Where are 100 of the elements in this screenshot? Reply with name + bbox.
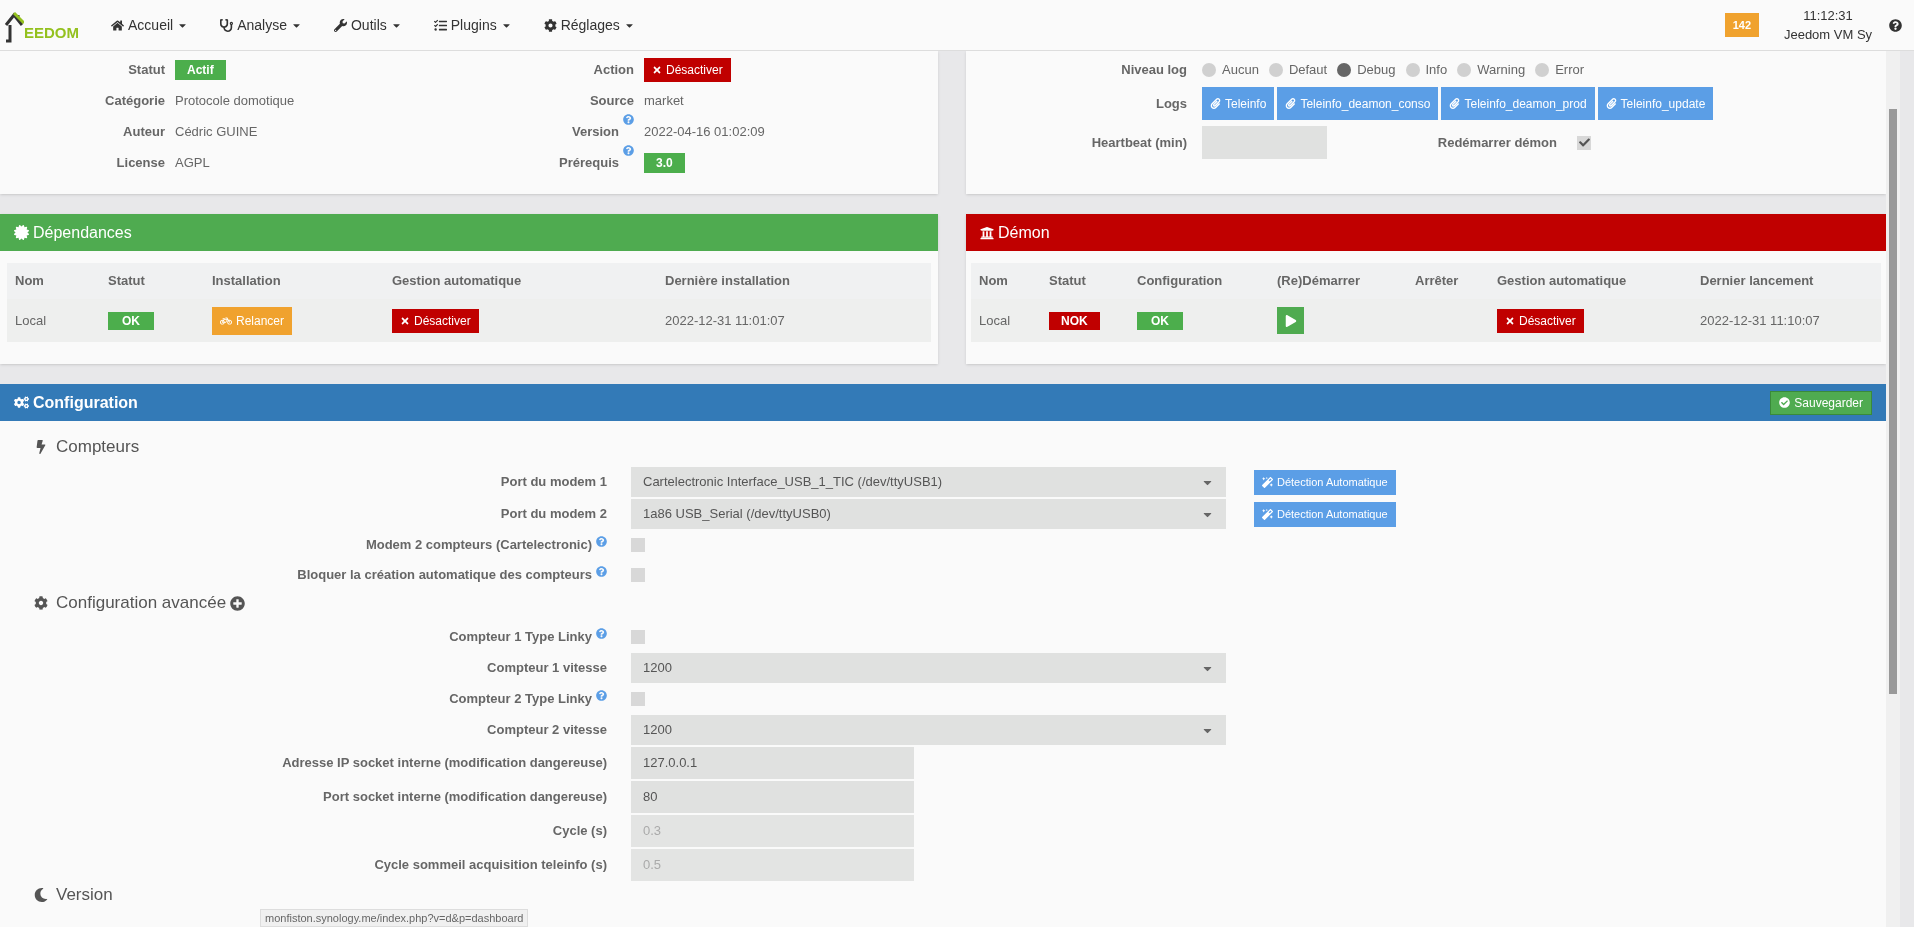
radio-button[interactable] — [1457, 63, 1472, 77]
play-icon — [1284, 314, 1297, 327]
help-icon — [596, 689, 607, 701]
field-label: Version — [572, 123, 619, 142]
field-label: Port du modem 2 — [500, 505, 607, 524]
status-badge: OK — [1137, 311, 1183, 330]
help-icon — [596, 627, 607, 639]
field-label: Port socket interne (modification dangereuse) — [323, 788, 607, 807]
column-header: Gestion automatique — [392, 272, 523, 291]
panel-title: Démon — [998, 222, 1050, 243]
column-header: Dernier lancement — [1700, 272, 1814, 291]
text-input[interactable]: 80 — [631, 781, 914, 813]
house-logo-icon — [4, 11, 24, 43]
nav-menu[interactable]: Accueil — [95, 0, 205, 50]
heartbeat-input[interactable] — [1202, 126, 1327, 159]
field-label: Statut — [128, 61, 165, 80]
nav-menu[interactable]: Réglages — [527, 0, 651, 50]
table-cell-text: Local — [15, 311, 48, 330]
field-label: Logs — [1154, 94, 1188, 113]
logo-text: EEDOM — [24, 23, 79, 43]
scrollbar-thumb[interactable] — [1889, 109, 1897, 694]
nav-menu[interactable]: Analyse — [204, 0, 318, 50]
select-field[interactable]: Cartelectronic Interface_USB_1_TIC (/dev/ttyUSB1) — [631, 467, 1226, 497]
table-cell-text: 2022-12-31 11:01:07 — [665, 311, 785, 330]
radio-label: Warning — [1477, 61, 1526, 80]
nav-menu[interactable]: Outils — [317, 0, 418, 50]
status-badge: 3.0 — [644, 153, 685, 173]
radio-button[interactable] — [1337, 63, 1352, 77]
radio-button[interactable] — [1405, 63, 1420, 77]
status-badge: NOK — [1049, 311, 1100, 330]
column-header: Statut — [1049, 272, 1087, 291]
field-label: Source — [589, 92, 634, 111]
section-title: Configuration avancée — [56, 592, 227, 615]
text-input[interactable]: 127.0.0.1 — [631, 747, 914, 779]
system-name: Jeedom VM Sy — [1783, 26, 1873, 44]
field-label: Catégorie — [105, 92, 165, 111]
paperclip-icon — [1605, 98, 1617, 109]
paperclip-icon — [1285, 98, 1297, 109]
field-label: Adresse IP socket interne (modification dangereuse) — [282, 754, 607, 773]
help-icon[interactable] — [1889, 18, 1902, 32]
column-header: Installation — [212, 272, 282, 291]
field-label: Compteur 1 vitesse — [487, 659, 607, 678]
deactivate-button[interactable]: Désactiver — [1497, 308, 1584, 333]
start-button[interactable] — [1277, 307, 1304, 334]
expand-icon[interactable] — [230, 595, 246, 611]
checkbox[interactable] — [631, 568, 645, 582]
radio-button[interactable] — [1202, 63, 1216, 77]
close-icon — [652, 65, 662, 75]
section-icon — [34, 596, 48, 610]
paperclip-icon — [1210, 98, 1221, 109]
field-label: Action — [593, 61, 634, 80]
table-cell-text: 2022-12-31 11:10:07 — [1700, 311, 1820, 330]
checkbox[interactable] — [631, 630, 645, 644]
check-icon — [1578, 137, 1590, 148]
field-label: License — [116, 154, 165, 173]
nav-menu[interactable]: Plugins — [417, 0, 528, 50]
field-label: Auteur — [123, 123, 165, 142]
bicycle-icon — [220, 314, 232, 327]
menu-icon — [543, 18, 557, 32]
select-field[interactable]: 1200 — [631, 715, 1226, 745]
column-header: Statut — [108, 272, 146, 291]
menu-icon — [433, 18, 447, 32]
select-field[interactable]: 1a86 USB_Serial (/dev/ttyUSB0) — [631, 499, 1226, 529]
checkbox[interactable] — [1577, 135, 1591, 150]
checkbox[interactable] — [631, 538, 645, 552]
section-icon — [34, 888, 48, 902]
radio-label: Error — [1555, 61, 1584, 80]
field-value: Protocole domotique — [175, 92, 295, 111]
field-label: Compteur 2 vitesse — [487, 721, 607, 740]
column-header: Arrêter — [1415, 272, 1460, 291]
clock: 11:12:31 — [1803, 6, 1853, 25]
column-header: Nom — [979, 272, 1009, 291]
field-label: Redémarrer démon — [1436, 133, 1558, 152]
field-label: Cycle (s) — [552, 822, 607, 841]
status-badge: OK — [108, 311, 154, 330]
status-badge: Actif — [175, 60, 226, 80]
magic-wand-icon — [1262, 476, 1273, 488]
paperclip-icon — [1449, 98, 1461, 109]
field-label: Heartbeat (min) — [1090, 133, 1188, 152]
column-header: Configuration — [1137, 272, 1224, 291]
radio-label: Info — [1425, 61, 1448, 80]
radio-button[interactable] — [1268, 63, 1283, 77]
help-icon — [623, 114, 634, 126]
menu-icon — [111, 18, 124, 32]
radio-button[interactable] — [1535, 63, 1550, 77]
column-header: (Re)Démarrer — [1277, 272, 1362, 291]
certificate-icon — [14, 225, 29, 240]
column-header: Dernière installation — [665, 272, 790, 291]
deactivate-button[interactable]: Désactiver — [392, 308, 479, 333]
radio-label: Debug — [1357, 61, 1396, 80]
select-field[interactable]: 1200 — [631, 653, 1226, 683]
radio-label: Aucun — [1222, 61, 1259, 80]
checkbox[interactable] — [631, 692, 645, 706]
menu-icon — [333, 18, 347, 32]
deactivate-button[interactable]: Désactiver — [644, 58, 731, 82]
section-icon — [34, 440, 48, 454]
field-value: 2022-04-16 01:02:09 — [644, 123, 765, 142]
field-value: AGPL — [175, 154, 210, 173]
column-header: Gestion automatique — [1497, 272, 1628, 291]
radio-label: Defaut — [1288, 61, 1328, 80]
